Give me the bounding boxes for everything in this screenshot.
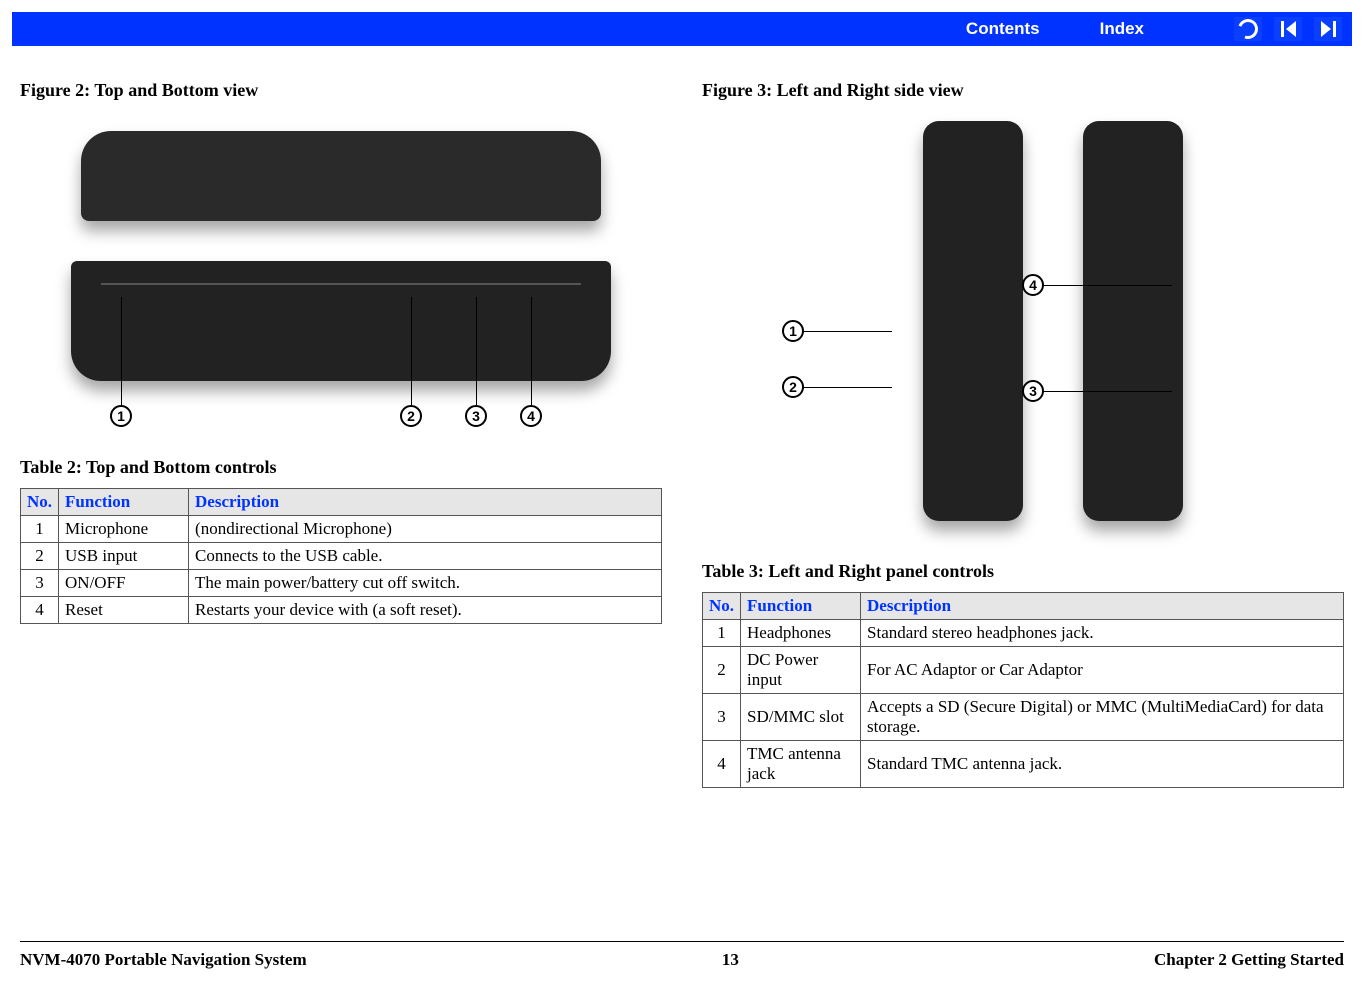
next-page-icon[interactable] — [1314, 17, 1342, 41]
footer: NVM-4070 Portable Navigation System 13 C… — [20, 950, 1344, 970]
prev-page-icon[interactable] — [1274, 17, 1302, 41]
table-3-caption: Table 3: Left and Right panel controls — [702, 561, 1344, 582]
col-description: Description — [189, 489, 662, 516]
device-right-side — [1083, 121, 1183, 521]
table-row: 4 Reset Restarts your device with (a sof… — [21, 597, 662, 624]
table-3: No. Function Description 1 Headphones St… — [702, 592, 1344, 788]
callout-badge-2: 2 — [400, 405, 422, 427]
device-top-view — [81, 131, 601, 221]
callout-badge-3: 3 — [465, 405, 487, 427]
page-body: Figure 2: Top and Bottom view 1 2 3 4 Ta… — [20, 60, 1344, 932]
nav-icons — [1234, 17, 1342, 41]
table-row: 1 Microphone (nondirectional Microphone) — [21, 516, 662, 543]
figure-2-caption: Figure 2: Top and Bottom view — [20, 80, 662, 101]
figure-3-caption: Figure 3: Left and Right side view — [702, 80, 1344, 101]
col-description: Description — [861, 593, 1344, 620]
index-link[interactable]: Index — [1100, 19, 1144, 39]
side-callout-2: 2 — [782, 376, 804, 398]
contents-link[interactable]: Contents — [966, 19, 1040, 39]
table-row: 3 SD/MMC slot Accepts a SD (Secure Digit… — [703, 694, 1344, 741]
table-2: No. Function Description 1 Microphone (n… — [20, 488, 662, 624]
side-callout-3: 3 — [1022, 380, 1044, 402]
side-callout-1: 1 — [782, 320, 804, 342]
table-header-row: No. Function Description — [21, 489, 662, 516]
footer-doc-title: NVM-4070 Portable Navigation System — [20, 950, 307, 970]
col-function: Function — [741, 593, 861, 620]
footer-page-number: 13 — [722, 950, 739, 970]
callout-badge-1: 1 — [110, 405, 132, 427]
footer-chapter: Chapter 2 Getting Started — [1154, 950, 1344, 970]
table-row: 3 ON/OFF The main power/battery cut off … — [21, 570, 662, 597]
device-left-side — [923, 121, 1023, 521]
table-row: 2 DC Power input For AC Adaptor or Car A… — [703, 647, 1344, 694]
side-callout-4: 4 — [1022, 274, 1044, 296]
left-column: Figure 2: Top and Bottom view 1 2 3 4 Ta… — [20, 60, 662, 932]
col-no: No. — [703, 593, 741, 620]
table-row: 2 USB input Connects to the USB cable. — [21, 543, 662, 570]
right-column: Figure 3: Left and Right side view 1 2 3… — [702, 60, 1344, 932]
col-function: Function — [59, 489, 189, 516]
device-bottom-view: 1 2 3 4 — [71, 261, 611, 437]
table-header-row: No. Function Description — [703, 593, 1344, 620]
col-no: No. — [21, 489, 59, 516]
footer-rule — [20, 941, 1344, 942]
callout-badge-4: 4 — [520, 405, 542, 427]
table-row: 1 Headphones Standard stereo headphones … — [703, 620, 1344, 647]
table-row: 4 TMC antenna jack Standard TMC antenna … — [703, 741, 1344, 788]
top-toolbar: Contents Index — [12, 12, 1352, 46]
refresh-icon[interactable] — [1234, 17, 1262, 41]
figure-3-image: 1 2 3 4 — [702, 121, 1344, 541]
table-2-caption: Table 2: Top and Bottom controls — [20, 457, 662, 478]
nav-links: Contents Index — [966, 19, 1144, 39]
figure-2-image: 1 2 3 4 — [20, 121, 662, 437]
